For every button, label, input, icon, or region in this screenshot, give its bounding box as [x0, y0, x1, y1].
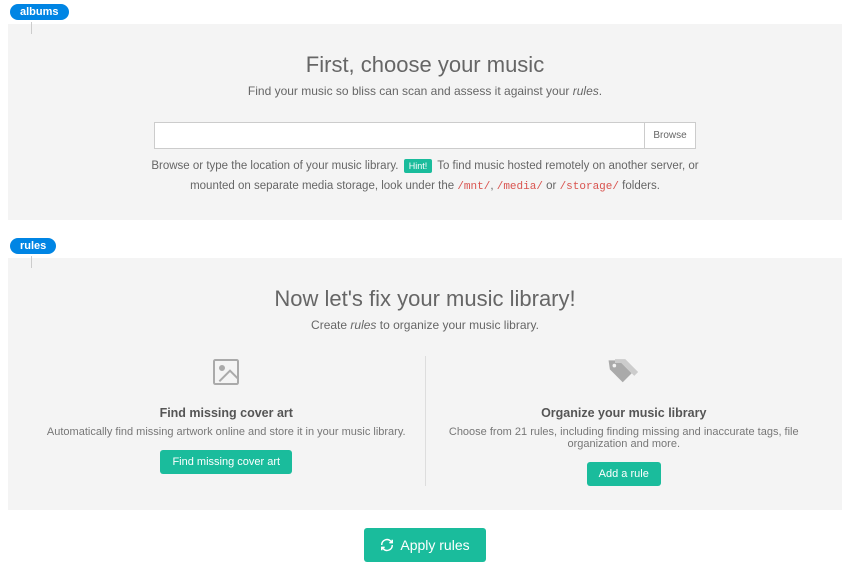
rules-subtitle: Create rules to organize your music libr… [28, 318, 822, 332]
organize-desc: Choose from 21 rules, including finding … [444, 426, 805, 450]
browse-button[interactable]: Browse [644, 122, 695, 149]
section-tag-rules: rules [10, 238, 56, 254]
cover-art-column: Find missing cover art Automatically fin… [28, 356, 426, 486]
hint-badge: Hint! [404, 159, 433, 173]
music-path-input[interactable] [154, 122, 644, 149]
albums-title: First, choose your music [28, 52, 822, 78]
rules-panel: Now let's fix your music library! Create… [8, 258, 842, 510]
add-rule-button[interactable]: Add a rule [587, 462, 661, 486]
cover-heading: Find missing cover art [46, 406, 407, 420]
refresh-icon [380, 538, 394, 552]
organize-heading: Organize your music library [444, 406, 805, 420]
hint-text: Browse or type the location of your musi… [145, 157, 705, 196]
tag-stem [31, 256, 32, 268]
apply-rules-button[interactable]: Apply rules [364, 528, 485, 562]
organize-column: Organize your music library Choose from … [426, 356, 823, 486]
section-tag-albums: albums [10, 4, 69, 20]
tags-icon [444, 356, 805, 388]
albums-panel: First, choose your music Find your music… [8, 24, 842, 220]
find-cover-art-button[interactable]: Find missing cover art [160, 450, 292, 474]
rules-title: Now let's fix your music library! [28, 286, 822, 312]
image-icon [46, 356, 407, 388]
cover-desc: Automatically find missing artwork onlin… [46, 426, 407, 438]
albums-subtitle: Find your music so bliss can scan and as… [28, 84, 822, 98]
tag-stem [31, 22, 32, 34]
